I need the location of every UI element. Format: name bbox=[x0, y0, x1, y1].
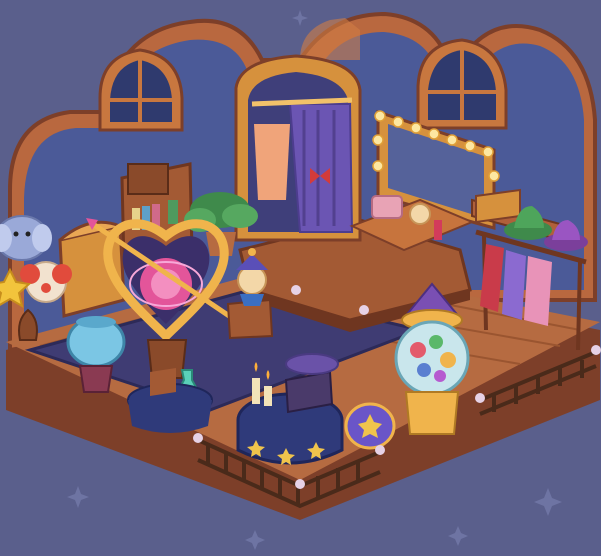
game-scene bbox=[0, 0, 601, 556]
arched-window-left[interactable] bbox=[98, 48, 184, 132]
crystal-ball-lamp[interactable] bbox=[344, 402, 396, 450]
room-canvas bbox=[0, 10, 601, 550]
arched-window-center bbox=[300, 18, 360, 60]
arched-window-right[interactable] bbox=[416, 38, 508, 130]
